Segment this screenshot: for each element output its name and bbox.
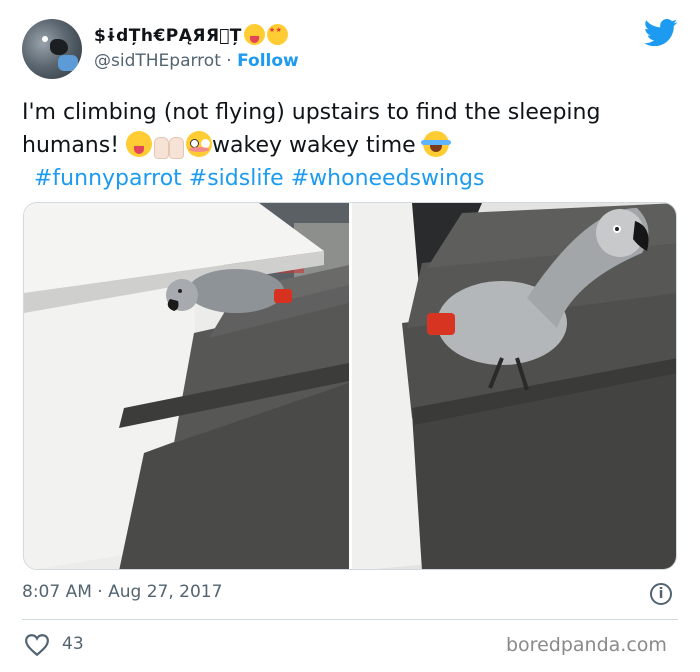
tears-of-joy-emoji-icon <box>420 131 451 157</box>
star-struck-emoji-icon <box>266 24 288 45</box>
user-handle[interactable]: @sidTHEparrot <box>94 51 221 71</box>
tweet-card: $ɨdȚh€PĄЯЯ⃝Ț @sidTHEparrot · Follow I'm … <box>0 0 700 672</box>
avatar-parrot-eye <box>42 36 48 42</box>
avatar[interactable] <box>22 19 82 79</box>
zany-face-emoji-icon <box>243 24 265 45</box>
tweet-time: 8:07 AM <box>22 582 92 602</box>
twitter-bird-icon[interactable] <box>644 18 678 48</box>
hashtag-funnyparrot[interactable]: #funnyparrot <box>34 166 182 191</box>
like-count: 43 <box>62 634 84 654</box>
follow-button[interactable]: Follow <box>237 51 299 71</box>
tweet-text-part2: wakey wakey time <box>212 133 423 158</box>
tweet-date: Aug 27, 2017 <box>108 582 223 602</box>
parrot-on-stairs-photo[interactable] <box>24 203 349 569</box>
avatar-parrot-beak <box>50 39 68 55</box>
timestamp-separator: · <box>97 582 103 602</box>
tweet-timestamp[interactable]: 8:07 AM · Aug 27, 2017 <box>22 582 222 602</box>
handle-row: @sidTHEparrot · Follow <box>94 51 299 71</box>
avatar-blue-glove <box>58 55 78 71</box>
info-icon[interactable]: i <box>650 583 672 605</box>
raising-hands-emoji-icon <box>152 131 186 159</box>
parrot-climbing-stairs-photo[interactable] <box>352 203 676 569</box>
display-name[interactable]: $ɨdȚh€PĄЯЯ⃝Ț <box>94 24 288 46</box>
handle-separator: · <box>226 51 232 71</box>
display-name-text: $ɨdȚh€PĄЯЯ⃝Ț <box>94 26 242 46</box>
boredpanda-watermark: boredpanda.com <box>506 634 667 656</box>
hashtag-sidslife[interactable]: #sidslife <box>189 166 284 191</box>
squinting-tongue-emoji-icon <box>126 131 153 157</box>
flushed-face-emoji-icon <box>186 131 213 157</box>
media-grid <box>23 202 677 570</box>
heart-icon[interactable] <box>24 633 50 657</box>
tweet-text: I'm climbing (not flying) upstairs to fi… <box>22 96 682 195</box>
footer-divider <box>22 619 678 620</box>
hashtag-whoneedswings[interactable]: #whoneedswings <box>291 166 485 191</box>
